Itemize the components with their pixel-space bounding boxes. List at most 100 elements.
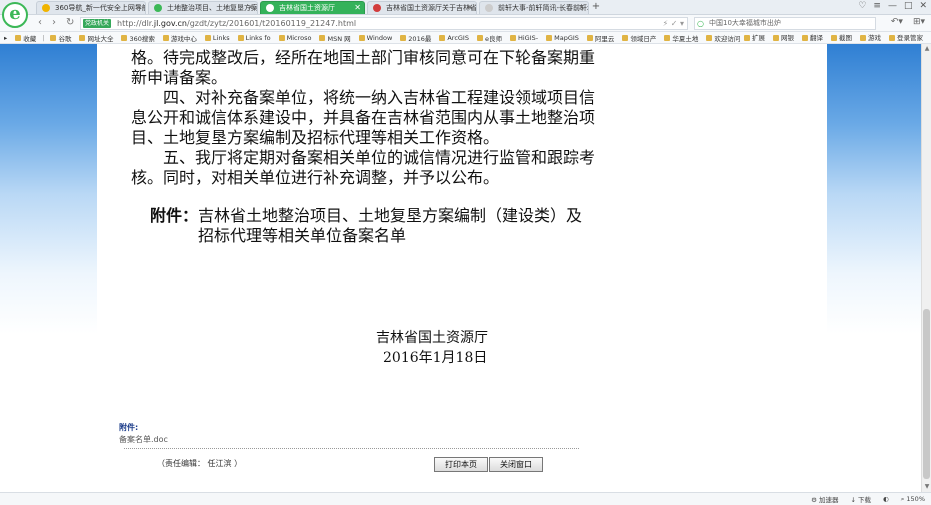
address-bar[interactable]: 党政机关 http://dlr.jl.gov.cn/gzdt/zytz/2016… (80, 17, 688, 30)
bookmark-item[interactable]: 阿里云 (583, 33, 619, 43)
grid-icon (744, 35, 750, 41)
accelerator-button[interactable]: ⚙ 加速器 (811, 494, 838, 504)
tab-360-nav[interactable]: 360导航_新一代安全上网导航 ✕ (36, 1, 146, 14)
browser-logo-icon[interactable]: e (2, 2, 28, 28)
attachment-line: 附件：吉林省土地整治项目、土地复垦方案编制（建设类）及 (150, 206, 582, 226)
search-input[interactable]: ○ 中国10大幸福城市出炉 (694, 17, 876, 30)
zoom-control[interactable]: ⌕ 150% (901, 495, 925, 504)
bookmark-item[interactable]: 华夏土地 (660, 33, 702, 43)
forward-icon[interactable]: › (52, 17, 56, 28)
body-line: 目、土地复垦方案编制及招标代理等相关工作资格。 (131, 128, 500, 147)
bookmark-label: 华夏土地 (672, 34, 699, 43)
attachment-title: 吉林省土地整治项目、土地复垦方案编制（建设类）及 (198, 206, 583, 225)
close-window-page-button[interactable]: 关闭窗口 (489, 457, 543, 472)
folder-icon (162, 34, 169, 41)
bookmark-label: Links (212, 33, 230, 42)
skin-icon[interactable]: ♡ (858, 1, 866, 11)
status-bar: ⚙ 加速器 ↓ 下载 ◐ ⌕ 150% (0, 492, 931, 505)
translate-button[interactable]: 翻译 (798, 32, 827, 44)
scroll-down-icon[interactable]: ▼ (923, 483, 931, 491)
close-icon[interactable]: ✕ (135, 2, 142, 14)
folder-icon (509, 34, 516, 41)
sound-icon[interactable]: ◐ (883, 495, 889, 503)
bookmark-item[interactable]: MapGIS (542, 34, 583, 42)
bookmark-label: 阿里云 (594, 34, 615, 43)
bookmark-item[interactable]: 收藏 (11, 33, 40, 43)
body-line: 四、对补充备案单位，将统一纳入吉林省工程建设领域项目信 (131, 88, 596, 107)
undo-icon[interactable]: ↶▾ (891, 17, 903, 27)
games-button[interactable]: 游戏 (856, 32, 885, 44)
bookmark-item[interactable]: Links fo (234, 34, 275, 42)
menu-icon[interactable]: ≡ (873, 1, 881, 11)
user-icon (889, 35, 895, 41)
close-icon[interactable]: ✕ (354, 2, 361, 14)
vertical-scrollbar[interactable]: ▲ ▼ (921, 44, 931, 492)
close-icon[interactable]: ✕ (466, 2, 473, 14)
attachment-section-title: 附件: (119, 423, 139, 432)
tab-label: 前轩大事-前轩简讯-长春前轩地 (498, 4, 589, 12)
bookmark-item[interactable]: 游戏中心 (159, 33, 201, 43)
bookmark-item[interactable]: 领域日产 (618, 33, 660, 43)
bookmark-item[interactable]: 360搜索 (117, 33, 158, 43)
bookmark-item[interactable]: ArcGIS (435, 34, 473, 42)
maximize-button[interactable]: □ (904, 1, 913, 11)
print-button[interactable]: 打印本页 (434, 457, 488, 472)
bookmark-label: Links fo (245, 33, 271, 42)
toolbar-right: ↶▾ ⊞▾ (891, 17, 925, 27)
bookmark-item[interactable]: 欢迎访问 (702, 33, 744, 43)
apps-icon[interactable]: ⊞▾ (913, 17, 925, 27)
bookmarks-toggle-icon[interactable]: ▸ (0, 34, 11, 42)
bookmark-item[interactable]: 2016最 (396, 33, 435, 43)
login-manager-button[interactable]: 登录管家 (885, 32, 927, 44)
signer: 吉林省国土资源厅 (376, 330, 488, 346)
bookmark-item[interactable]: Window (355, 34, 397, 42)
screenshot-button[interactable]: 截图 (827, 32, 856, 44)
bookmark-label: e良师 (484, 34, 502, 43)
download-button[interactable]: ↓ 下载 (851, 494, 872, 504)
tab-label: 土地整治项目、土地复垦方案编制 (167, 4, 258, 12)
tool-label: 网银 (781, 34, 794, 42)
bookmark-item[interactable]: Links (201, 34, 234, 42)
gov-site-badge[interactable]: 党政机关 (83, 19, 112, 28)
url-host: jl.gov.cn (153, 19, 187, 28)
scrollbar-thumb[interactable] (923, 309, 930, 479)
attachment-heading: 附件： (150, 206, 199, 225)
tab-qianxuan[interactable]: 前轩大事-前轩简讯-长春前轩地 ✕ (479, 1, 589, 14)
minimize-button[interactable]: — (888, 1, 897, 11)
search-icon: ○ (697, 19, 704, 28)
tab-favicon (42, 4, 50, 12)
issue-date: 2016年1月18日 (383, 350, 488, 366)
scroll-up-icon[interactable]: ▲ (923, 45, 931, 53)
close-window-button[interactable]: ✕ (919, 1, 927, 11)
tab-favicon (154, 4, 162, 12)
attachment-file-link[interactable]: 备案名单.doc (119, 434, 168, 445)
back-icon[interactable]: ‹ (38, 17, 42, 28)
bookmark-item[interactable]: e良师 (473, 33, 506, 43)
tab-label: 吉林省国土资源厅 (279, 4, 335, 12)
zoom-level: 150% (906, 494, 925, 503)
divider (124, 448, 579, 449)
body-line: 核。同时，对相关单位进行补充调整，并予以公布。 (131, 168, 500, 187)
bank-icon (773, 35, 779, 41)
bookmark-item[interactable]: 谷歌 (46, 33, 75, 43)
bookmark-item[interactable]: 网址大全 (75, 33, 117, 43)
bookmark-label: 网址大全 (87, 34, 114, 43)
new-tab-button[interactable]: + (589, 1, 603, 14)
tab-land-project[interactable]: 土地整治项目、土地复垦方案编制✕ (148, 1, 258, 14)
scissors-icon (831, 35, 837, 41)
close-icon[interactable]: ✕ (578, 2, 585, 14)
editor-credit: （责任编辑： 任江滨 ） (157, 459, 243, 468)
tab-jilin-land-bureau[interactable]: 吉林省国土资源厅 ✕ (260, 1, 365, 14)
folder-icon (706, 34, 713, 41)
bookmark-item[interactable]: HiGIS- (506, 34, 542, 42)
bookmark-item[interactable]: MSN 网 (315, 33, 354, 43)
close-icon[interactable]: ✕ (247, 2, 254, 14)
status-label: 加速器 (819, 496, 839, 504)
bookmark-item[interactable]: Microso (275, 34, 316, 42)
netbank-button[interactable]: 网银 (769, 32, 798, 44)
extensions-button[interactable]: 扩展 (740, 32, 769, 44)
bookmarks-bar: ▸ 收藏 | 谷歌 网址大全 360搜索 游戏中心 Links Links fo… (0, 32, 931, 44)
refresh-icon[interactable]: ↻ (66, 17, 74, 28)
tab-jilin-notice[interactable]: 吉林省国土资源厅关于吉林省土 ✕ (367, 1, 477, 14)
lightning-icon[interactable]: ⚡ ✓ ▾ (663, 18, 684, 29)
